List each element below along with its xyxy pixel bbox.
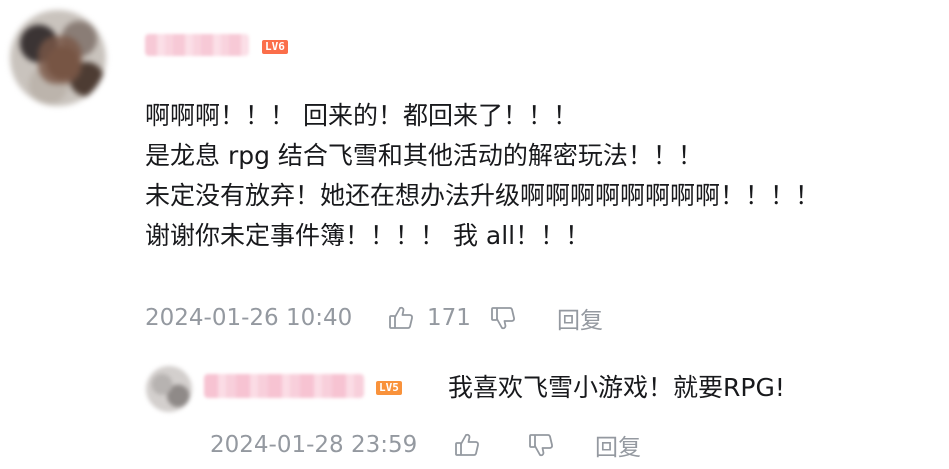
reply-meta-row: 2024-01-28 23:59 回复 [210,428,641,462]
thumbs-up-icon[interactable] [453,431,481,459]
comment-meta-row: 2024-01-26 10:40 171 回复 [145,300,603,336]
commenter-avatar[interactable] [10,10,106,106]
thumbs-up-icon[interactable] [387,304,415,332]
level-badge: LV5 [376,381,402,395]
comment-line: 是龙息 rpg 结合飞雪和其他活动的解密玩法！！！ [145,141,703,170]
comment-line: 啊啊啊！！！ 回来的！都回来了！！！ [145,101,578,130]
replier-username-blurred[interactable] [204,374,364,398]
comment-line: 谢谢你未定事件簿！！！！ 我 all！！！ [145,221,591,250]
reply-button[interactable]: 回复 [595,428,641,462]
reply-timestamp: 2024-01-28 23:59 [210,432,418,458]
thumbs-down-icon[interactable] [527,431,555,459]
thumbs-down-icon[interactable] [489,304,517,332]
reply-button[interactable]: 回复 [557,301,603,335]
level-badge: LV6 [262,40,288,54]
comment-timestamp: 2024-01-26 10:40 [145,305,353,331]
reply-content: 我喜欢飞雪小游戏！就要RPG! [448,373,785,402]
comment-content: 啊啊啊！！！ 回来的！都回来了！！！ 是龙息 rpg 结合飞雪和其他活动的解密玩… [145,96,945,256]
comment-line: 未定没有放弃！她还在想办法升级啊啊啊啊啊啊啊啊！！！！ [145,181,821,210]
commenter-username-blurred[interactable] [145,34,249,56]
replier-avatar[interactable] [146,366,192,412]
like-count: 171 [427,305,471,331]
